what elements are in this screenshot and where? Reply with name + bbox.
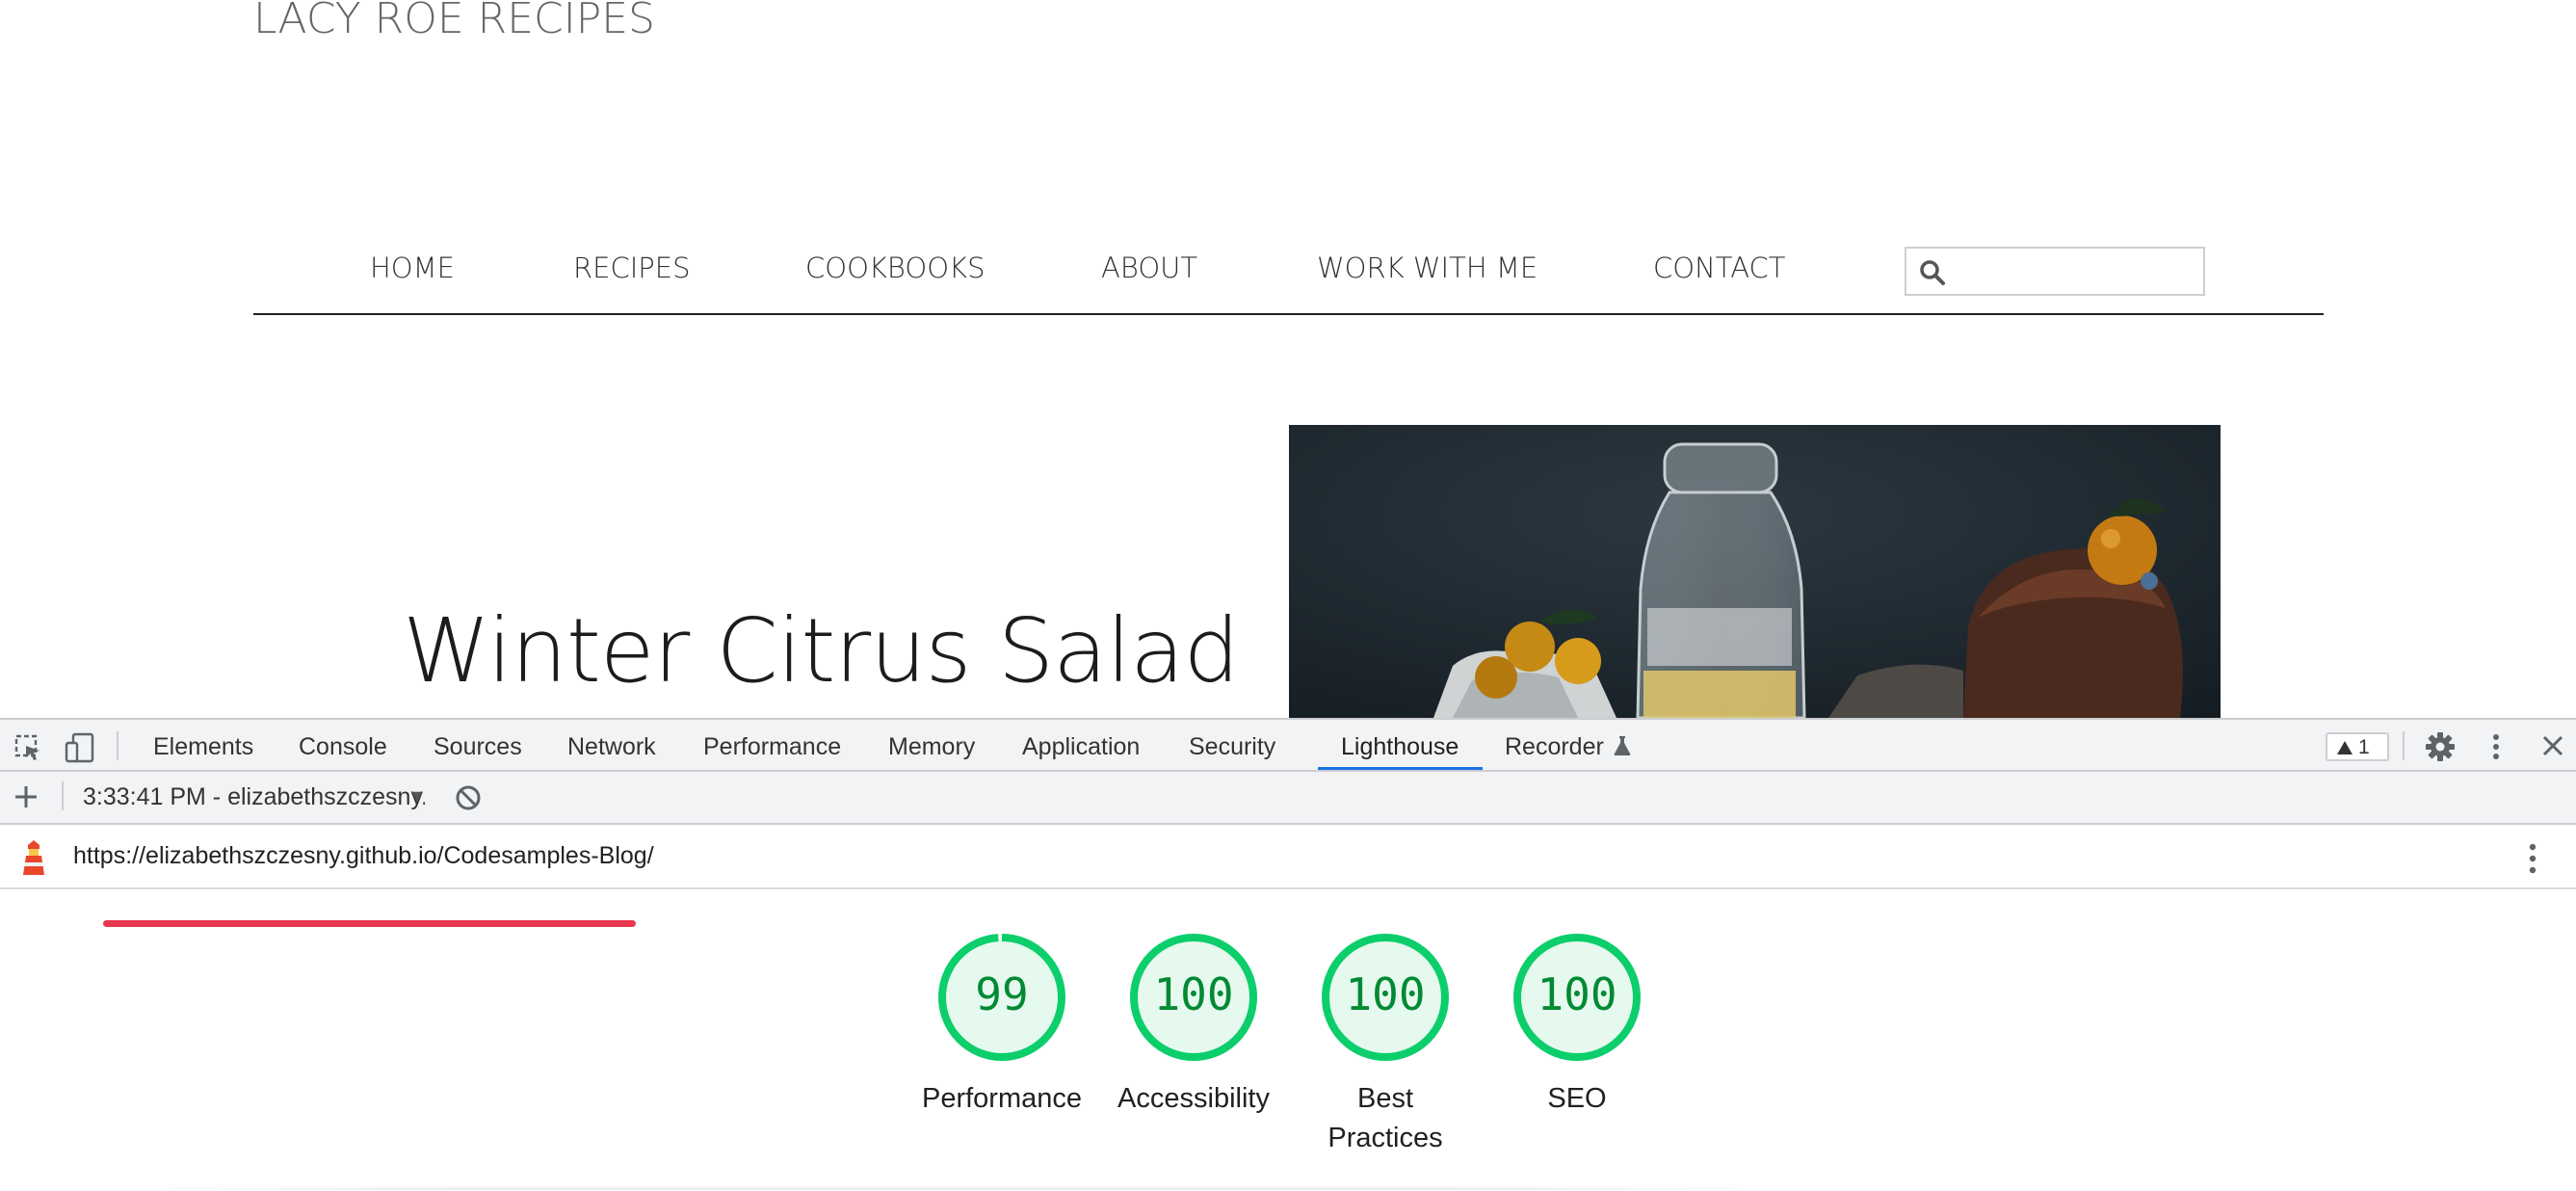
warning-icon	[2337, 741, 2353, 754]
toolbar-separator	[62, 781, 64, 810]
devtools-tabbar: Elements Console Sources Network Perform…	[0, 718, 2576, 772]
tab-lighthouse[interactable]: Lighthouse	[1341, 733, 1459, 761]
gear-icon[interactable]	[2425, 731, 2456, 762]
gauge-label: SEO	[1547, 1083, 1607, 1114]
hero-photo-illustration	[1289, 425, 2221, 718]
nav-divider	[253, 313, 2324, 315]
gauge-score: 100	[1153, 968, 1234, 1020]
tabbar-separator	[2403, 731, 2405, 760]
tab-sources[interactable]: Sources	[434, 733, 522, 761]
section-divider	[135, 1187, 1773, 1190]
site-title[interactable]: LACY ROE RECIPES	[253, 0, 655, 43]
tab-memory[interactable]: Memory	[888, 733, 975, 761]
clear-icon[interactable]	[455, 784, 482, 811]
more-vertical-icon[interactable]	[2489, 731, 2503, 762]
active-tab-underline	[1318, 767, 1483, 770]
site-search-box	[1905, 247, 2205, 296]
device-toolbar-icon[interactable]	[64, 731, 96, 764]
tab-console[interactable]: Console	[299, 733, 387, 761]
warning-count: 1	[2358, 736, 2370, 758]
lighthouse-icon	[23, 840, 44, 875]
gauge-score: 99	[975, 968, 1029, 1020]
tab-recorder[interactable]: Recorder	[1505, 733, 1604, 761]
more-vertical-icon[interactable]	[2526, 841, 2539, 876]
nav-work-with-me[interactable]: WORK WITH ME	[1317, 251, 1538, 284]
report-selector[interactable]: 3:33:41 PM - elizabethszczesny.github.io	[83, 783, 425, 812]
tabbar-separator	[117, 731, 118, 760]
inspect-element-icon[interactable]	[13, 733, 42, 762]
plus-icon[interactable]	[13, 784, 39, 809]
warning-badge[interactable]: 1	[2326, 732, 2389, 761]
tab-performance[interactable]: Performance	[703, 733, 841, 761]
nav-cookbooks[interactable]: COOKBOOKS	[805, 251, 985, 284]
post-title[interactable]: Winter Citrus Salad	[403, 599, 1240, 702]
report-url-bar: https://elizabethszczesny.github.io/Code…	[0, 825, 2576, 889]
dropdown-caret-icon[interactable]: ▼	[408, 786, 426, 807]
gauge-score: 100	[1537, 968, 1617, 1020]
report-url[interactable]: https://elizabethszczesny.github.io/Code…	[73, 842, 654, 870]
nav-recipes[interactable]: RECIPES	[573, 251, 691, 284]
flask-icon	[1614, 736, 1631, 755]
site-search-input[interactable]	[1955, 254, 2199, 289]
devtools-panel: Elements Console Sources Network Perform…	[0, 718, 2576, 1191]
tab-security[interactable]: Security	[1189, 733, 1275, 761]
hero-image[interactable]	[1289, 425, 2221, 718]
lighthouse-toolbar: 3:33:41 PM - elizabethszczesny.github.io…	[0, 772, 2576, 825]
search-icon	[1920, 260, 1945, 285]
report-progress-bar	[103, 920, 636, 927]
website-viewport: LACY ROE RECIPES HOME RECIPES COOKBOOKS …	[0, 0, 2576, 718]
tab-network[interactable]: Network	[567, 733, 656, 761]
gauge-label: Best Practices	[1327, 1083, 1443, 1153]
close-icon[interactable]	[2541, 734, 2564, 757]
tab-application[interactable]: Application	[1022, 733, 1140, 761]
tab-elements[interactable]: Elements	[153, 733, 253, 761]
nav-contact[interactable]: CONTACT	[1653, 251, 1786, 284]
gauge-label: Accessibility	[1117, 1083, 1270, 1114]
nav-about[interactable]: ABOUT	[1101, 251, 1197, 284]
nav-home[interactable]: HOME	[370, 251, 455, 284]
gauge-score: 100	[1345, 968, 1426, 1020]
